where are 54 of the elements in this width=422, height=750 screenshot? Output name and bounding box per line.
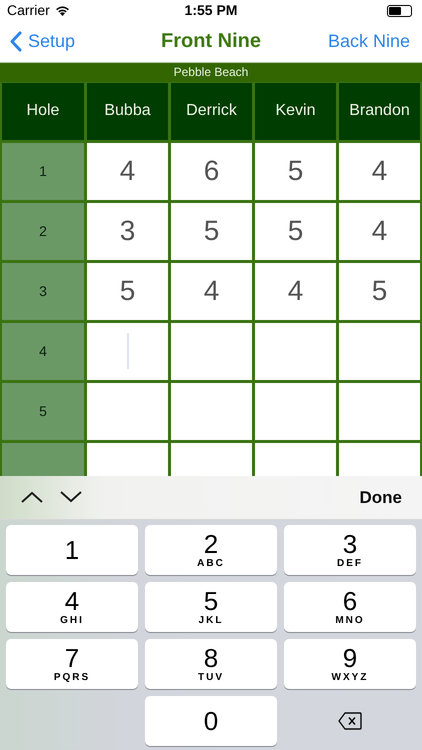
score-cell[interactable]: 5 [87,262,168,320]
delete-key[interactable] [338,712,362,730]
keypad-key[interactable]: 6 MNO [284,582,416,632]
score-cell[interactable]: 4 [339,202,420,260]
score-cell[interactable]: 5 [255,202,336,260]
keypad-key[interactable]: 7 PQRS [6,639,138,689]
keypad-key[interactable]: 2 ABC [145,525,277,575]
score-cell[interactable] [255,322,336,380]
score-cell[interactable]: 6 [171,142,252,200]
status-time: 1:55 PM [184,1,238,20]
column-header: Hole [2,82,84,140]
done-button[interactable]: Done [360,484,402,510]
battery-icon [387,4,412,17]
wifi-icon [54,5,70,16]
hole-number-cell: 2 [2,202,84,260]
score-cell[interactable] [339,322,420,380]
screen-title: Front Nine [161,29,261,54]
column-header: Bubba [87,82,168,140]
keypad-key[interactable]: 0 [145,696,277,746]
score-cell[interactable]: 4 [171,262,252,320]
score-cell[interactable] [255,382,336,440]
previous-field-button[interactable] [20,490,44,504]
score-cell[interactable]: 4 [87,142,168,200]
back-chevron-icon [10,30,22,52]
carrier-label: Carrier [7,1,50,20]
score-cell[interactable]: 5 [171,202,252,260]
score-cell[interactable] [339,382,420,440]
score-cell[interactable]: 5 [339,262,420,320]
hole-number-cell: 5 [2,382,84,440]
score-cell[interactable] [171,382,252,440]
keypad-key[interactable]: 8 TUV [145,639,277,689]
keypad-key[interactable]: 5 JKL [145,582,277,632]
hole-number-cell: 1 [2,142,84,200]
keypad-key[interactable]: 9 WXYZ [284,639,416,689]
score-cell[interactable]: 4 [339,142,420,200]
course-name-bar: Pebble Beach [0,62,422,82]
back-nine-button[interactable]: Back Nine [328,28,410,55]
keypad-key[interactable]: 3 DEF [284,525,416,575]
hole-number-cell: 3 [2,262,84,320]
column-header: Brandon [339,82,420,140]
score-cell[interactable] [87,322,168,380]
score-cell[interactable]: 4 [255,262,336,320]
score-cell[interactable]: 3 [87,202,168,260]
score-cell[interactable] [87,382,168,440]
score-cell[interactable] [171,322,252,380]
column-header: Derrick [171,82,252,140]
column-header: Kevin [255,82,336,140]
text-cursor [127,332,129,369]
keypad-key[interactable]: 1 [6,525,138,575]
score-cell[interactable]: 5 [255,142,336,200]
keypad-key[interactable]: 4 GHI [6,582,138,632]
back-button[interactable]: Setup [10,28,76,55]
hole-number-cell: 4 [2,322,84,380]
next-field-button[interactable] [59,490,83,504]
